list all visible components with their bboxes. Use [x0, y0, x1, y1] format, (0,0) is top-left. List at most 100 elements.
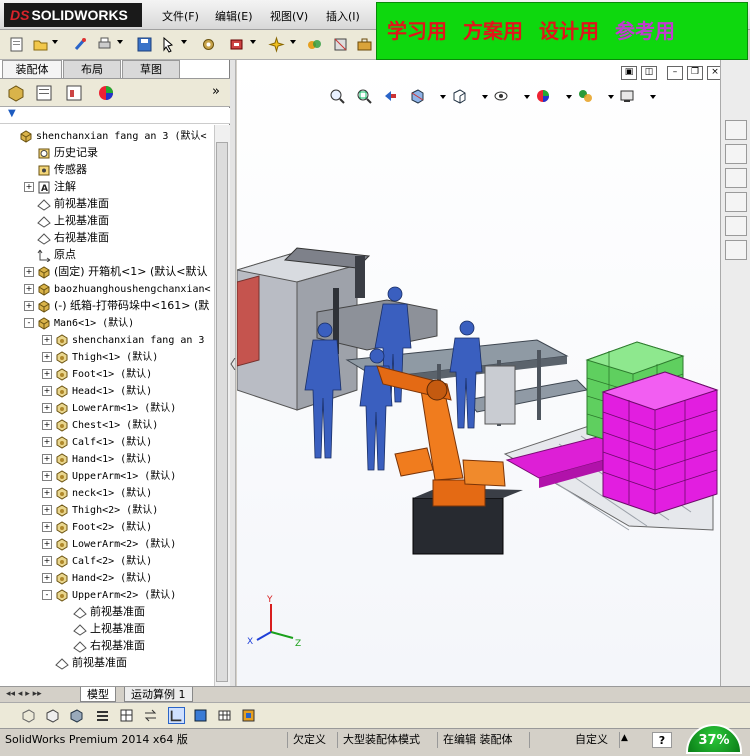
collapse-arrow-icon[interactable] — [230, 358, 236, 370]
swap-icon[interactable] — [142, 707, 159, 724]
panel-splitter[interactable] — [230, 60, 236, 686]
expand-icon[interactable]: + — [42, 471, 52, 481]
production-line-3d-model[interactable] — [237, 60, 720, 686]
expand-icon[interactable]: + — [42, 522, 52, 532]
tree-row[interactable]: 原点 — [24, 246, 76, 263]
tree-row[interactable]: - Man6<1> (默认) — [24, 314, 134, 331]
tree-row[interactable]: + A 注解 — [24, 178, 76, 195]
solidworks-resources-icon[interactable] — [725, 120, 747, 140]
hidden-lines-icon[interactable] — [44, 707, 61, 724]
smart-mates-icon[interactable] — [306, 36, 323, 53]
tree-row[interactable]: - UpperArm<2> (默认) — [42, 586, 176, 603]
expand-icon[interactable]: + — [42, 505, 52, 515]
expand-icon[interactable]: + — [24, 267, 34, 277]
tree-row[interactable]: + Chest<1> (默认) — [42, 416, 158, 433]
property-manager-icon[interactable] — [34, 83, 54, 103]
status-custom-units[interactable]: 自定义 — [572, 732, 620, 748]
tree-row[interactable]: + shenchanxian fang an 3 — [42, 331, 204, 348]
menu-insert[interactable]: 插入(I) — [326, 8, 360, 24]
expand-icon[interactable]: + — [42, 352, 52, 362]
expand-icon[interactable]: + — [42, 369, 52, 379]
expand-icon[interactable]: + — [42, 386, 52, 396]
menu-view[interactable]: 视图(V) — [270, 8, 308, 24]
tab-sketch[interactable]: 草图 — [122, 60, 180, 78]
toolbox-icon[interactable] — [356, 36, 373, 53]
cube-view-icon[interactable] — [192, 707, 209, 724]
solidworks-logo[interactable]: DS SOLIDWORKS — [4, 3, 142, 27]
tree-row[interactable]: + Head<1> (默认) — [42, 382, 152, 399]
file-explorer-icon[interactable] — [725, 168, 747, 188]
chevron-down-icon[interactable] — [52, 40, 58, 44]
tree-row[interactable]: shenchanxian fang an 3 (默认< — [6, 127, 207, 144]
chevron-up-icon[interactable]: ▲ — [621, 733, 628, 743]
tree-row[interactable]: + neck<1> (默认) — [42, 484, 152, 501]
sparkle-icon[interactable] — [268, 36, 285, 53]
expand-icon[interactable]: + — [42, 335, 52, 345]
tree-row[interactable]: 历史记录 — [24, 144, 98, 161]
menu-file[interactable]: 文件(F) — [162, 8, 199, 24]
tree-row[interactable]: 传感器 — [24, 161, 87, 178]
expand-icon[interactable]: + — [42, 420, 52, 430]
grid-icon[interactable] — [216, 707, 233, 724]
design-library-icon[interactable] — [725, 144, 747, 164]
chevron-down-icon[interactable] — [181, 40, 187, 44]
assembly-view-icon[interactable] — [228, 36, 245, 53]
collapse-icon[interactable]: - — [24, 318, 34, 328]
tree-row[interactable]: + Calf<2> (默认) — [42, 552, 152, 569]
tree-row[interactable]: + Hand<1> (默认) — [42, 450, 152, 467]
select-icon[interactable] — [160, 36, 177, 53]
expand-icon[interactable]: + — [42, 454, 52, 464]
tab-layout[interactable]: 布局 — [63, 60, 121, 78]
tree-row[interactable]: + Calf<1> (默认) — [42, 433, 152, 450]
rebuild-icon[interactable] — [72, 36, 89, 53]
options-gear-icon[interactable] — [200, 36, 217, 53]
expand-icon[interactable]: + — [24, 301, 34, 311]
tab-scroll-arrows-icon[interactable]: ◂◂ ◂ ▸ ▸▸ — [6, 689, 42, 699]
print-icon[interactable] — [96, 36, 113, 53]
tree-row[interactable]: 前视基准面 — [24, 195, 109, 212]
layout-icon[interactable] — [168, 707, 185, 724]
render-icon[interactable] — [240, 707, 257, 724]
component-icon[interactable] — [332, 36, 349, 53]
expand-icon[interactable]: + — [42, 539, 52, 549]
feature-tree-icon[interactable] — [6, 83, 26, 103]
tree-scrollbar-thumb[interactable] — [216, 142, 228, 682]
tree-row[interactable]: + LowerArm<1> (默认) — [42, 399, 176, 416]
list-icon[interactable] — [94, 707, 111, 724]
chevron-down-icon[interactable] — [290, 40, 296, 44]
tree-row[interactable]: + Thigh<1> (默认) — [42, 348, 158, 365]
tree-row[interactable]: + Thigh<2> (默认) — [42, 501, 158, 518]
tree-row[interactable]: 前视基准面 — [42, 654, 127, 671]
open-folder-icon[interactable] — [32, 36, 49, 53]
tree-row[interactable]: 上视基准面 — [60, 620, 145, 637]
expand-icon[interactable]: + — [42, 556, 52, 566]
expand-icon[interactable]: + — [42, 488, 52, 498]
tab-motion-study-1[interactable]: 运动算例 1 — [124, 687, 193, 702]
expand-icon[interactable]: + — [42, 573, 52, 583]
tree-row[interactable]: + Foot<1> (默认) — [42, 365, 152, 382]
expand-icon[interactable]: + — [24, 182, 34, 192]
magenta-carton-stack[interactable] — [601, 371, 719, 515]
tree-row[interactable]: + LowerArm<2> (默认) — [42, 535, 176, 552]
expand-icon[interactable]: + — [42, 437, 52, 447]
expand-icon[interactable]: + — [42, 403, 52, 413]
wireframe-icon[interactable] — [20, 707, 37, 724]
custom-properties-icon[interactable] — [725, 240, 747, 260]
save-icon[interactable] — [136, 36, 153, 53]
chevron-down-icon[interactable] — [117, 40, 123, 44]
tree-row[interactable]: + UpperArm<1> (默认) — [42, 467, 176, 484]
expand-icon[interactable]: + — [24, 284, 34, 294]
tree-row[interactable]: 右视基准面 — [24, 229, 109, 246]
collapse-icon[interactable]: - — [42, 590, 52, 600]
tree-row[interactable]: + Foot<2> (默认) — [42, 518, 152, 535]
shaded-icon[interactable] — [68, 707, 85, 724]
tree-row[interactable]: 上视基准面 — [24, 212, 109, 229]
tree-row[interactable]: 前视基准面 — [60, 603, 145, 620]
table-icon[interactable] — [118, 707, 135, 724]
chevron-down-icon[interactable] — [250, 40, 256, 44]
tree-row[interactable]: + baozhuanghoushengchanxian< — [24, 280, 211, 297]
configuration-manager-icon[interactable] — [64, 83, 84, 103]
collapse-panel-icon[interactable]: » — [212, 84, 220, 99]
graphics-viewport[interactable]: ▣ ◫ – ❐ × Y X Z — [237, 60, 720, 686]
menu-edit[interactable]: 编辑(E) — [215, 8, 253, 24]
